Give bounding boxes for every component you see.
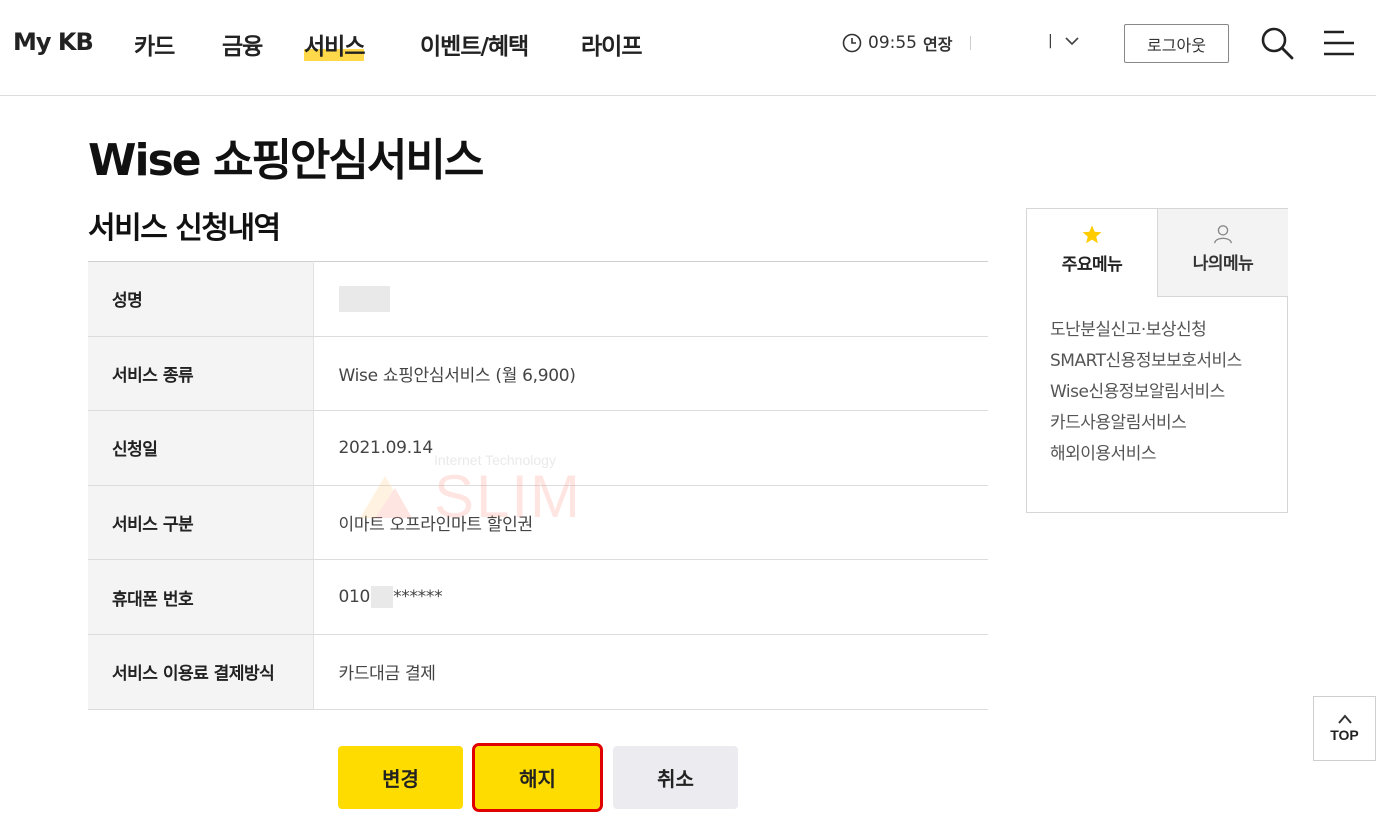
side-menu-item[interactable]: 카드사용알림서비스	[1050, 408, 1242, 439]
row-value-apply-date: 2021.09.14	[338, 437, 434, 458]
divider	[970, 36, 972, 50]
section-title: 서비스 신청내역	[88, 211, 281, 246]
table-row: 서비스 구분 이마트 오프라인마트 할인권	[88, 485, 988, 560]
row-label-phone: 휴대폰 번호	[88, 559, 314, 635]
change-button[interactable]: 변경	[338, 746, 463, 809]
page-title: Wise 쇼핑안심서비스	[88, 135, 484, 186]
side-menu-item[interactable]: 해외이용서비스	[1050, 439, 1242, 470]
row-value-phone: 010 ******	[313, 560, 988, 635]
scroll-top-button[interactable]: TOP	[1313, 696, 1376, 761]
row-label-service-type: 서비스 종류	[88, 336, 314, 411]
language-select[interactable]: |	[1048, 33, 1079, 49]
session-timer: 09:55 연장	[842, 31, 972, 55]
search-icon[interactable]	[1259, 25, 1295, 61]
table-row: 신청일 2021.09.14	[88, 410, 988, 486]
logout-button[interactable]: 로그아웃	[1124, 24, 1229, 63]
terminate-button[interactable]: 해지	[472, 743, 603, 812]
tab-main-menu[interactable]: 주요메뉴	[1027, 209, 1157, 297]
nav-card[interactable]: 카드	[134, 27, 175, 61]
row-label-payment-method: 서비스 이용료 결제방식	[88, 634, 314, 710]
table-row: 성명	[88, 261, 988, 337]
session-time: 09:55	[868, 33, 917, 53]
clock-icon	[842, 33, 862, 53]
tab-main-menu-label: 주요메뉴	[1061, 255, 1123, 275]
row-value-service-category: 이마트 오프라인마트 할인권	[338, 515, 534, 536]
side-menu-item[interactable]: SMART신용정보보호서비스	[1050, 346, 1242, 377]
row-label-apply-date: 신청일	[88, 410, 314, 486]
nav-event[interactable]: 이벤트/혜택	[420, 27, 529, 61]
quick-menu-panel: 주요메뉴 나의메뉴 도난분실신고·보상신청 SMART신용정보보호서비스 Wis…	[1026, 208, 1288, 513]
nav-finance[interactable]: 금융	[222, 27, 263, 61]
language-label: |	[1048, 33, 1053, 49]
chevron-down-icon	[1065, 36, 1079, 45]
scroll-top-label: TOP	[1330, 727, 1359, 743]
row-value-payment-method: 카드대금 결제	[338, 664, 436, 685]
extend-session-button[interactable]: 연장	[923, 31, 952, 55]
logo[interactable]: My KB	[13, 28, 94, 56]
row-value-service-type: Wise 쇼핑안심서비스 (월 6,900)	[338, 365, 576, 386]
table-row: 서비스 종류 Wise 쇼핑안심서비스 (월 6,900)	[88, 336, 988, 411]
cancel-button[interactable]: 취소	[613, 746, 738, 809]
row-label-service-category: 서비스 구분	[88, 485, 314, 560]
tab-my-menu-label: 나의메뉴	[1192, 254, 1254, 274]
user-icon	[1214, 225, 1232, 244]
hamburger-menu-icon[interactable]	[1320, 27, 1356, 59]
nav-service[interactable]: 서비스	[304, 27, 365, 61]
application-info-table: 성명 서비스 종류 Wise 쇼핑안심서비스 (월 6,900) 신청일 202…	[88, 261, 988, 710]
table-row: 휴대폰 번호 010 ******	[88, 559, 988, 635]
table-row: 서비스 이용료 결제방식 카드대금 결제	[88, 634, 988, 710]
masked-name	[338, 285, 390, 312]
phone-prefix: 010	[338, 587, 371, 608]
tab-my-menu[interactable]: 나의메뉴	[1157, 209, 1288, 297]
chevron-up-icon	[1337, 714, 1352, 724]
global-header: My KB 카드 금융 서비스 이벤트/혜택 라이프 09:55 연장 | 로그…	[0, 0, 1376, 96]
masked-phone-middle	[371, 586, 394, 609]
phone-suffix: ******	[393, 587, 443, 608]
row-label-name: 성명	[88, 261, 314, 337]
star-icon	[1082, 225, 1102, 244]
row-value-name	[313, 262, 988, 337]
side-menu-list: 도난분실신고·보상신청 SMART신용정보보호서비스 Wise신용정보알림서비스…	[1050, 315, 1242, 470]
side-menu-item[interactable]: Wise신용정보알림서비스	[1050, 377, 1242, 408]
nav-life[interactable]: 라이프	[581, 27, 642, 61]
side-menu-item[interactable]: 도난분실신고·보상신청	[1050, 315, 1242, 346]
